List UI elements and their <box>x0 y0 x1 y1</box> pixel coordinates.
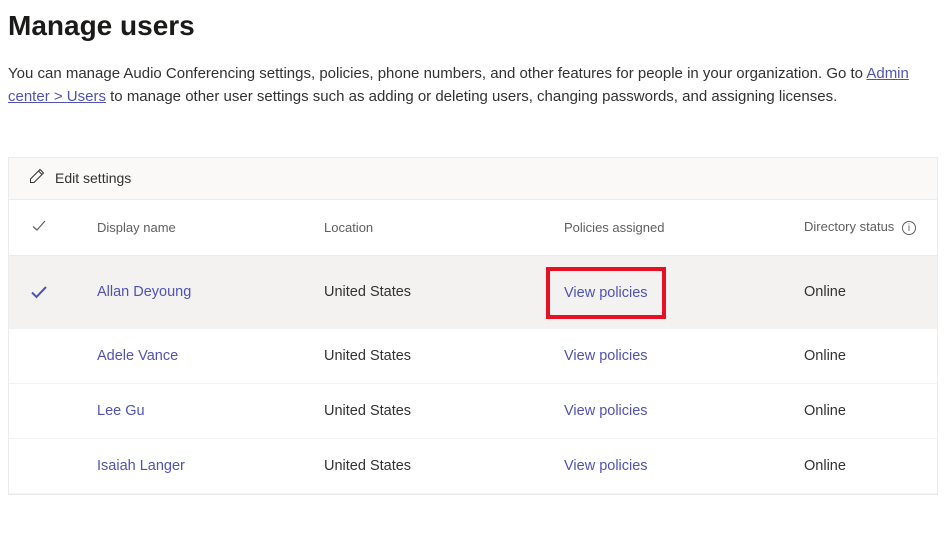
header-directory-status[interactable]: Directory status i <box>794 200 937 256</box>
header-directory-status-label: Directory status <box>804 219 894 234</box>
table-row[interactable]: Adele Vance United States View policies Onl… <box>9 328 937 383</box>
highlight-box: View policies <box>546 267 666 319</box>
select-all-checkbox[interactable] <box>9 200 69 256</box>
row-checkbox[interactable] <box>9 438 69 493</box>
edit-settings-button[interactable]: Edit settings <box>9 158 937 200</box>
row-checkbox[interactable] <box>9 255 69 328</box>
header-display-name[interactable]: Display name <box>69 200 314 256</box>
table-header-row: Display name Location Policies assigned … <box>9 200 937 256</box>
directory-status: Online <box>794 255 937 328</box>
check-icon <box>31 222 47 237</box>
view-policies-link[interactable]: View policies <box>564 458 648 474</box>
view-policies-link[interactable]: View policies <box>564 403 648 419</box>
user-location: United States <box>314 255 554 328</box>
users-table: Display name Location Policies assigned … <box>9 200 937 494</box>
page-description: You can manage Audio Conferencing settin… <box>8 62 938 109</box>
header-policies[interactable]: Policies assigned <box>554 200 794 256</box>
users-table-wrapper: Edit settings Display name Location Poli… <box>8 157 938 495</box>
table-row[interactable]: Lee Gu United States View policies Online <box>9 383 937 438</box>
user-name-link[interactable]: Allan Deyoung <box>97 284 191 300</box>
description-text-2: to manage other user settings such as ad… <box>106 88 837 105</box>
table-row[interactable]: Isaiah Langer United States View policies O… <box>9 438 937 493</box>
header-location[interactable]: Location <box>314 200 554 256</box>
row-checkbox[interactable] <box>9 328 69 383</box>
table-row[interactable]: Allan Deyoung United States View policies O… <box>9 255 937 328</box>
user-name-link[interactable]: Adele Vance <box>97 348 178 364</box>
directory-status: Online <box>794 328 937 383</box>
directory-status: Online <box>794 438 937 493</box>
info-icon[interactable]: i <box>902 221 916 235</box>
pencil-icon <box>29 168 45 189</box>
view-policies-link[interactable]: View policies <box>564 348 648 364</box>
view-policies-link[interactable]: View policies <box>564 285 648 301</box>
page-title: Manage users <box>8 10 938 42</box>
user-name-link[interactable]: Lee Gu <box>97 403 145 419</box>
user-name-link[interactable]: Isaiah Langer <box>97 458 185 474</box>
row-checkbox[interactable] <box>9 383 69 438</box>
directory-status: Online <box>794 383 937 438</box>
user-location: United States <box>314 438 554 493</box>
edit-settings-label: Edit settings <box>55 170 131 186</box>
user-location: United States <box>314 383 554 438</box>
user-location: United States <box>314 328 554 383</box>
description-text-1: You can manage Audio Conferencing settin… <box>8 65 866 82</box>
